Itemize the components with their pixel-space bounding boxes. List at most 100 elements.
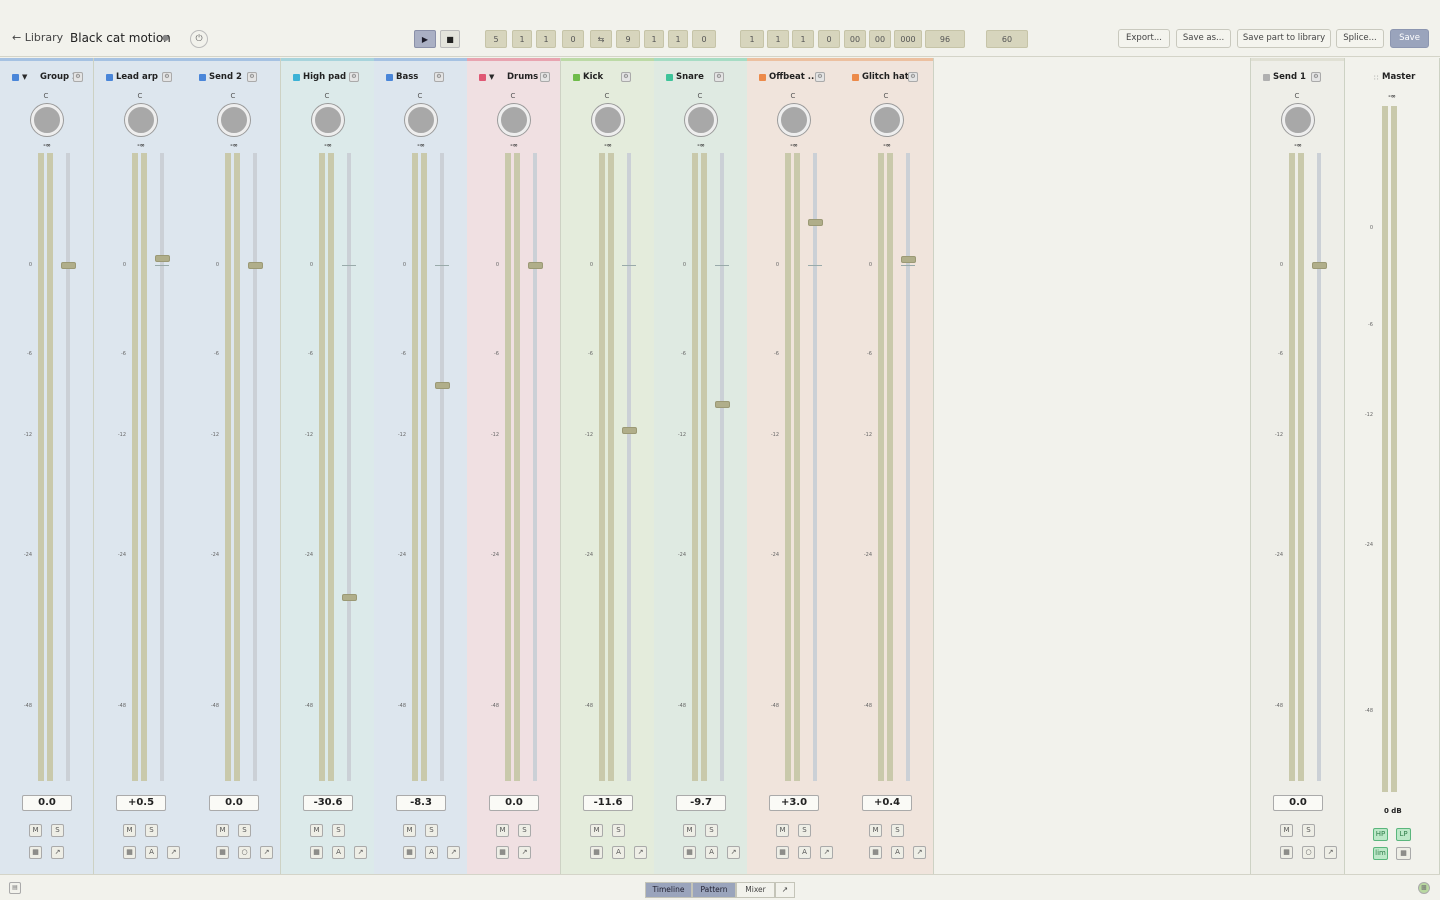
pan-knob[interactable] <box>218 104 250 136</box>
solo-button[interactable]: S <box>705 824 718 837</box>
routing-icon[interactable]: ▦ <box>496 846 509 859</box>
output-arrow-icon[interactable]: ↗ <box>518 846 531 859</box>
fader-handle[interactable] <box>61 262 76 269</box>
gain-value-field[interactable]: -8.3 <box>396 795 446 811</box>
pan-knob[interactable] <box>1282 104 1314 136</box>
send-icon[interactable]: ○ <box>1302 846 1315 859</box>
collapse-triangle-icon[interactable]: ▼ <box>489 73 494 81</box>
save-part-to-library-button[interactable]: Save part to library <box>1237 29 1331 48</box>
gain-value-field[interactable]: -9.7 <box>676 795 726 811</box>
fader-track[interactable] <box>627 153 631 781</box>
pan-knob[interactable] <box>778 104 810 136</box>
time-cell[interactable]: 1 <box>767 30 789 48</box>
loop-toggle-icon[interactable]: ⇆ <box>590 30 612 48</box>
routing-icon[interactable]: ▦ <box>216 846 229 859</box>
fader-handle[interactable] <box>528 262 543 269</box>
automation-icon[interactable]: A <box>425 846 438 859</box>
settings-gear-icon[interactable]: ⚙ <box>815 72 825 82</box>
solo-button[interactable]: S <box>51 824 64 837</box>
automation-icon[interactable]: A <box>798 846 811 859</box>
loop-cell[interactable]: 9 <box>616 30 640 48</box>
time-cell[interactable]: 1 <box>740 30 764 48</box>
routing-icon[interactable]: ▦ <box>310 846 323 859</box>
track-name[interactable]: Offbeat ... <box>769 72 817 82</box>
time-cell[interactable]: 96 <box>925 30 965 48</box>
time-cell[interactable]: 0 <box>818 30 840 48</box>
track-name[interactable]: Bass <box>396 72 418 82</box>
power-icon[interactable]: ⏻ <box>190 30 208 48</box>
back-to-library-link[interactable]: ← Library <box>12 31 63 44</box>
output-arrow-icon[interactable]: ↗ <box>913 846 926 859</box>
fader-track[interactable] <box>160 153 164 781</box>
output-arrow-icon[interactable]: ↗ <box>447 846 460 859</box>
routing-icon[interactable]: ▦ <box>869 846 882 859</box>
mute-button[interactable]: M <box>590 824 603 837</box>
fader-handle[interactable] <box>622 426 637 434</box>
track-name[interactable]: Send 1 <box>1273 72 1306 82</box>
solo-button[interactable]: S <box>425 824 438 837</box>
fader-handle[interactable] <box>715 400 730 408</box>
tab-timeline[interactable]: Timeline <box>645 882 692 898</box>
position-cell[interactable]: 1 <box>536 30 556 48</box>
mute-button[interactable]: M <box>216 824 229 837</box>
loop-cell[interactable]: 1 <box>644 30 664 48</box>
output-arrow-icon[interactable]: ↗ <box>354 846 367 859</box>
gain-value-field[interactable]: -11.6 <box>583 795 633 811</box>
fader-handle[interactable] <box>155 254 170 262</box>
export-button[interactable]: Export... <box>1118 29 1170 48</box>
output-arrow-icon[interactable]: ↗ <box>727 846 740 859</box>
solo-button[interactable]: S <box>518 824 531 837</box>
fader-track[interactable] <box>533 153 537 781</box>
fader-handle[interactable] <box>901 256 916 264</box>
output-arrow-icon[interactable]: ↗ <box>634 846 647 859</box>
fader-handle[interactable] <box>342 593 357 601</box>
output-arrow-icon[interactable]: ↗ <box>820 846 833 859</box>
settings-gear-icon[interactable]: ⚙ <box>1311 72 1321 82</box>
output-arrow-icon[interactable]: ↗ <box>260 846 273 859</box>
send-icon[interactable]: ○ <box>238 846 251 859</box>
routing-icon[interactable]: ▦ <box>776 846 789 859</box>
gain-value-field[interactable]: 0.0 <box>22 795 72 811</box>
song-title[interactable]: Black cat motion <box>70 31 171 45</box>
solo-button[interactable]: S <box>798 824 811 837</box>
routing-icon[interactable]: ▦ <box>123 846 136 859</box>
automation-icon[interactable]: A <box>145 846 158 859</box>
settings-gear-icon[interactable]: ⚙ <box>714 72 724 82</box>
solo-button[interactable]: S <box>891 824 904 837</box>
gain-value-field[interactable]: 0.0 <box>489 795 539 811</box>
fader-track[interactable] <box>906 153 910 781</box>
lowpass-button[interactable]: LP <box>1396 828 1411 841</box>
solo-button[interactable]: S <box>332 824 345 837</box>
save-button[interactable]: Save <box>1390 29 1429 48</box>
highpass-button[interactable]: HP <box>1373 828 1388 841</box>
settings-gear-icon[interactable]: ⚙ <box>162 72 172 82</box>
output-arrow-icon[interactable]: ↗ <box>1324 846 1337 859</box>
pan-knob[interactable] <box>312 104 344 136</box>
fader-track[interactable] <box>66 153 70 781</box>
settings-gear-icon[interactable]: ⚙ <box>434 72 444 82</box>
gain-value-field[interactable]: +3.0 <box>769 795 819 811</box>
automation-icon[interactable]: A <box>891 846 904 859</box>
track-name[interactable]: Glitch hat <box>862 72 909 82</box>
settings-gear-icon[interactable]: ⚙ <box>73 72 83 82</box>
pan-knob[interactable] <box>498 104 530 136</box>
tab-pattern[interactable]: Pattern <box>692 882 736 898</box>
solo-button[interactable]: S <box>1302 824 1315 837</box>
status-icon[interactable]: ▩ <box>1418 882 1430 894</box>
fader-track[interactable] <box>1317 153 1321 781</box>
mute-button[interactable]: M <box>869 824 882 837</box>
fader-track[interactable] <box>253 153 257 781</box>
position-cell[interactable]: 0 <box>562 30 584 48</box>
gain-value-field[interactable]: 0.0 <box>1273 795 1323 811</box>
mute-button[interactable]: M <box>496 824 509 837</box>
mute-button[interactable]: M <box>403 824 416 837</box>
mute-button[interactable]: M <box>1280 824 1293 837</box>
fader-handle[interactable] <box>1312 262 1327 269</box>
fader-handle[interactable] <box>435 382 450 390</box>
master-routing-icon[interactable]: ▦ <box>1396 847 1411 860</box>
collapse-triangle-icon[interactable]: ▼ <box>22 73 27 81</box>
fader-handle[interactable] <box>808 218 823 226</box>
settings-gear-icon[interactable]: ⚙ <box>621 72 631 82</box>
loop-cell[interactable]: 1 <box>668 30 688 48</box>
splice-button[interactable]: Splice... <box>1336 29 1384 48</box>
